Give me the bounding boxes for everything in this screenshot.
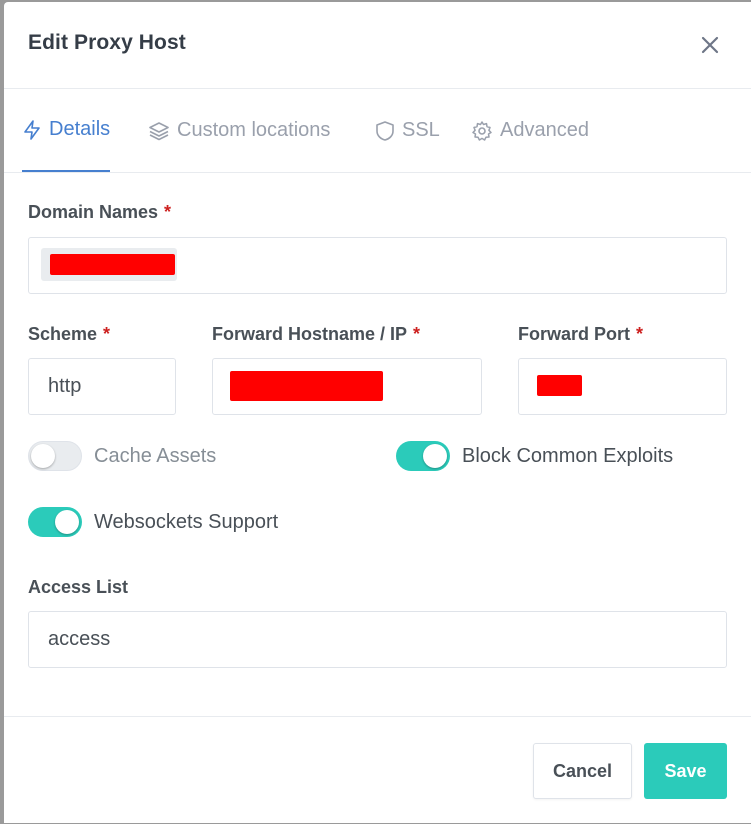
required-marker: * <box>103 324 111 344</box>
required-marker: * <box>636 324 644 344</box>
domain-names-label: Domain Names * <box>28 202 171 223</box>
redacted-domain <box>50 254 175 275</box>
tab-bar: Details Custom locations SSL Advanced <box>4 89 751 173</box>
forward-port-label: Forward Port * <box>518 324 643 345</box>
websockets-support-toggle[interactable] <box>28 507 82 537</box>
block-common-exploits-label: Block Common Exploits <box>462 445 674 467</box>
tab-ssl-label: SSL <box>402 119 440 141</box>
block-common-exploits-toggle[interactable] <box>396 441 450 471</box>
cancel-button[interactable]: Cancel <box>533 743 632 799</box>
edit-proxy-host-modal: Edit Proxy Host Details Custom locations <box>4 2 751 823</box>
access-list-select[interactable]: access <box>28 611 727 668</box>
tab-advanced[interactable]: Advanced <box>471 89 589 172</box>
tab-custom-locations[interactable]: Custom locations <box>148 89 330 172</box>
scheme-value: http <box>48 375 82 397</box>
shield-icon <box>376 120 394 141</box>
domain-names-label-text: Domain Names <box>28 202 159 222</box>
modal-title: Edit Proxy Host <box>28 31 186 54</box>
layers-icon <box>149 121 169 140</box>
toggle-knob <box>55 510 79 534</box>
access-list-label: Access List <box>28 577 129 597</box>
scheme-input[interactable]: http <box>28 358 176 415</box>
domain-names-input[interactable] <box>28 237 727 294</box>
websockets-support-label: Websockets Support <box>94 511 279 533</box>
forward-hostname-label: Forward Hostname / IP * <box>212 324 420 345</box>
tab-details[interactable]: Details <box>22 89 111 172</box>
tab-advanced-label: Advanced <box>500 119 589 141</box>
tab-details-label: Details <box>49 118 111 140</box>
forward-hostname-label-text: Forward Hostname / IP <box>212 324 408 344</box>
cache-assets-toggle[interactable] <box>28 441 82 471</box>
required-marker: * <box>413 324 421 344</box>
modal-footer: Cancel Save <box>4 716 751 824</box>
access-list-value: access <box>48 628 111 650</box>
redacted-port <box>537 375 582 396</box>
forward-port-input[interactable] <box>518 358 727 415</box>
forward-port-label-text: Forward Port <box>518 324 631 344</box>
redacted-hostname <box>230 371 383 401</box>
gear-icon <box>472 120 492 141</box>
scheme-label: Scheme * <box>28 324 110 345</box>
toggle-knob <box>31 444 55 468</box>
tab-ssl[interactable]: SSL <box>375 89 440 172</box>
modal-header: Edit Proxy Host <box>4 2 751 89</box>
close-icon[interactable] <box>698 33 722 57</box>
save-button[interactable]: Save <box>644 743 727 799</box>
required-marker: * <box>164 202 172 222</box>
toggle-knob <box>423 444 447 468</box>
tab-custom-locations-label: Custom locations <box>177 119 331 141</box>
lightning-icon <box>24 119 40 140</box>
scheme-label-text: Scheme <box>28 324 98 344</box>
forward-hostname-input[interactable] <box>212 358 482 415</box>
cache-assets-label: Cache Assets <box>94 445 217 467</box>
